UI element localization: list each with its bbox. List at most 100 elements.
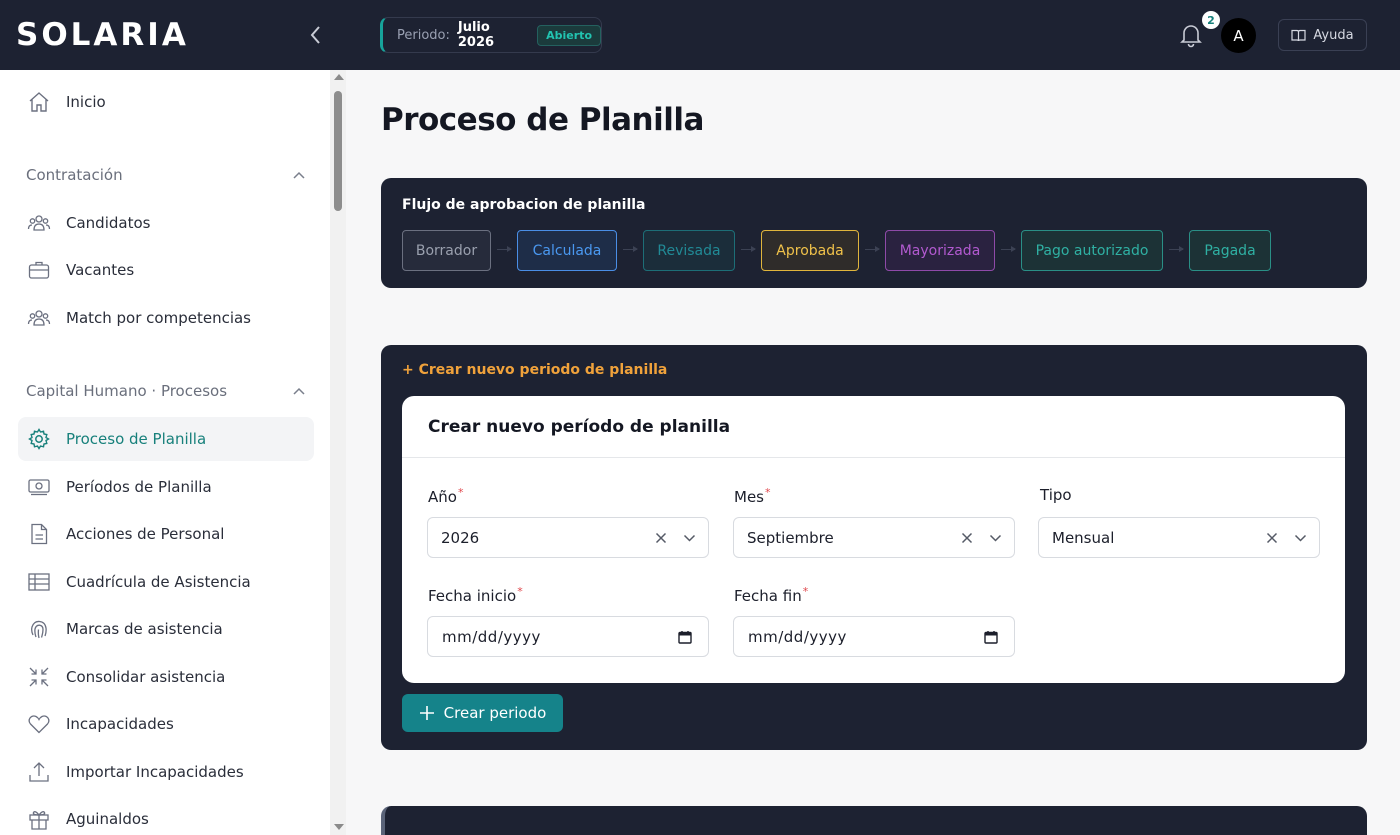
users-icon	[26, 210, 52, 236]
sidebar-item-label: Marcas de asistencia	[66, 620, 223, 638]
home-icon	[26, 89, 52, 115]
book-icon	[1291, 29, 1307, 41]
flow-title: Flujo de aprobacion de planilla	[402, 197, 646, 213]
user-avatar[interactable]: A	[1221, 18, 1256, 53]
create-period-form: Crear nuevo período de planilla Año * 202…	[402, 396, 1345, 683]
heart-icon	[26, 711, 52, 737]
collapse-sidebar-button[interactable]	[303, 22, 329, 48]
sidebar-item-incapacidades[interactable]: Incapacidades	[18, 702, 314, 746]
year-label-text: Año	[428, 488, 457, 506]
chevron-down-icon[interactable]	[678, 527, 700, 549]
flow-arrow	[741, 246, 756, 252]
section-label: Contratación	[26, 166, 123, 184]
sidebar-item-marcas-asistencia[interactable]: Marcas de asistencia	[18, 607, 314, 651]
bell-icon	[1180, 25, 1202, 48]
money-icon	[26, 474, 52, 500]
scroll-thumb[interactable]	[334, 91, 342, 211]
start-date-label: Fecha inicio*	[428, 585, 523, 605]
start-date-label-text: Fecha inicio	[428, 587, 517, 605]
month-label: Mes*	[734, 486, 771, 506]
calendar-icon[interactable]	[982, 628, 1000, 646]
sidebar-item-label: Candidatos	[66, 214, 151, 232]
period-value: Julio 2026	[457, 20, 495, 50]
sidebar-item-importar-incapacidades[interactable]: Importar Incapacidades	[18, 750, 314, 794]
clear-icon[interactable]	[650, 527, 672, 549]
flow-arrow	[623, 246, 638, 252]
current-period-indicator: Periodo: Julio 2026 Abierto	[380, 17, 602, 53]
flow-arrow	[865, 246, 880, 252]
flow-step-pagada: Pagada	[1189, 230, 1271, 271]
sidebar-item-vacantes[interactable]: Vacantes	[18, 248, 314, 292]
upload-icon	[26, 759, 52, 785]
end-date-placeholder: mm/dd/yyyy	[748, 627, 847, 646]
notifications-count-badge: 2	[1202, 11, 1220, 29]
logo-text: SOLARIA	[16, 17, 189, 53]
sidebar-item-consolidar-asistencia[interactable]: Consolidar asistencia	[18, 655, 314, 699]
users-icon	[26, 305, 52, 331]
calendar-icon[interactable]	[676, 628, 694, 646]
document-icon	[26, 521, 52, 547]
section-toggle-contratacion[interactable]: Contratación	[26, 163, 306, 187]
flow-step-borrador: Borrador	[402, 230, 491, 271]
sidebar-item-label: Inicio	[66, 93, 106, 111]
top-bar: SOLARIA Periodo: Julio 2026 Abierto 2 A …	[0, 0, 1400, 70]
sidebar-item-periodos-planilla[interactable]: Períodos de Planilla	[18, 465, 314, 509]
chevron-up-icon	[293, 171, 305, 179]
flow-step-revisada: Revisada	[643, 230, 735, 271]
solaria-logo[interactable]: SOLARIA	[16, 17, 236, 53]
create-period-toggle-link[interactable]: + Crear nuevo periodo de planilla	[402, 362, 667, 378]
sidebar-item-label: Proceso de Planilla	[66, 430, 207, 448]
chevron-down-icon[interactable]	[1289, 527, 1311, 549]
fingerprint-icon	[26, 616, 52, 642]
flow-arrow	[1169, 246, 1184, 252]
approval-flow-card: Flujo de aprobacion de planilla Borrador…	[381, 178, 1367, 288]
sidebar-item-label: Acciones de Personal	[66, 525, 225, 543]
clear-icon[interactable]	[956, 527, 978, 549]
compress-icon	[26, 664, 52, 690]
month-label-text: Mes	[734, 488, 764, 506]
create-period-card: + Crear nuevo periodo de planilla Crear …	[381, 345, 1367, 750]
sidebar-item-acciones-personal[interactable]: Acciones de Personal	[18, 512, 314, 556]
month-select[interactable]: Septiembre	[733, 517, 1015, 558]
clear-icon[interactable]	[1261, 527, 1283, 549]
scroll-down-arrow[interactable]	[334, 824, 344, 830]
sidebar-item-label: Cuadrícula de Asistencia	[66, 573, 251, 591]
sidebar-item-cuadricula-asistencia[interactable]: Cuadrícula de Asistencia	[18, 560, 314, 604]
sidebar-item-match-competencias[interactable]: Match por competencias	[18, 296, 314, 340]
end-date-label-text: Fecha fin	[734, 587, 802, 605]
sidebar-item-aguinaldos[interactable]: Aguinaldos	[18, 797, 314, 835]
create-period-button[interactable]: Crear periodo	[402, 694, 563, 732]
sidebar-item-label: Match por competencias	[66, 309, 251, 327]
flow-arrow	[497, 246, 512, 252]
year-select[interactable]: 2026	[427, 517, 709, 558]
period-status-badge: Abierto	[537, 24, 601, 46]
sidebar-item-proceso-planilla[interactable]: Proceso de Planilla	[18, 417, 314, 461]
scroll-up-arrow[interactable]	[334, 74, 344, 80]
sidebar-item-inicio[interactable]: Inicio	[18, 80, 314, 124]
sidebar-item-label: Consolidar asistencia	[66, 668, 226, 686]
help-button[interactable]: Ayuda	[1278, 19, 1367, 51]
notifications-button[interactable]	[1178, 22, 1204, 48]
page-title: Proceso de Planilla	[381, 102, 704, 138]
end-date-input[interactable]: mm/dd/yyyy	[733, 616, 1015, 657]
section-label: Capital Humano · Procesos	[26, 382, 228, 400]
plus-icon	[419, 706, 434, 720]
sidebar-item-label: Vacantes	[66, 261, 135, 279]
sidebar-item-label: Incapacidades	[66, 715, 174, 733]
sidebar-item-candidatos[interactable]: Candidatos	[18, 201, 314, 245]
flow-arrow	[1001, 246, 1016, 252]
required-mark: *	[802, 585, 809, 598]
create-period-button-label: Crear periodo	[443, 704, 547, 722]
flow-step-calculada: Calculada	[517, 230, 617, 271]
table-icon	[26, 569, 52, 595]
form-title: Crear nuevo período de planilla	[428, 416, 731, 437]
type-label: Tipo	[1040, 486, 1072, 504]
start-date-input[interactable]: mm/dd/yyyy	[427, 616, 709, 657]
flow-step-aprobada: Aprobada	[761, 230, 859, 271]
chevron-down-icon[interactable]	[984, 527, 1006, 549]
type-select[interactable]: Mensual	[1038, 517, 1320, 558]
form-header: Crear nuevo período de planilla	[402, 396, 1345, 458]
chevron-left-icon	[310, 26, 320, 44]
period-label: Periodo:	[397, 27, 450, 43]
section-toggle-capital-humano[interactable]: Capital Humano · Procesos	[26, 379, 306, 403]
